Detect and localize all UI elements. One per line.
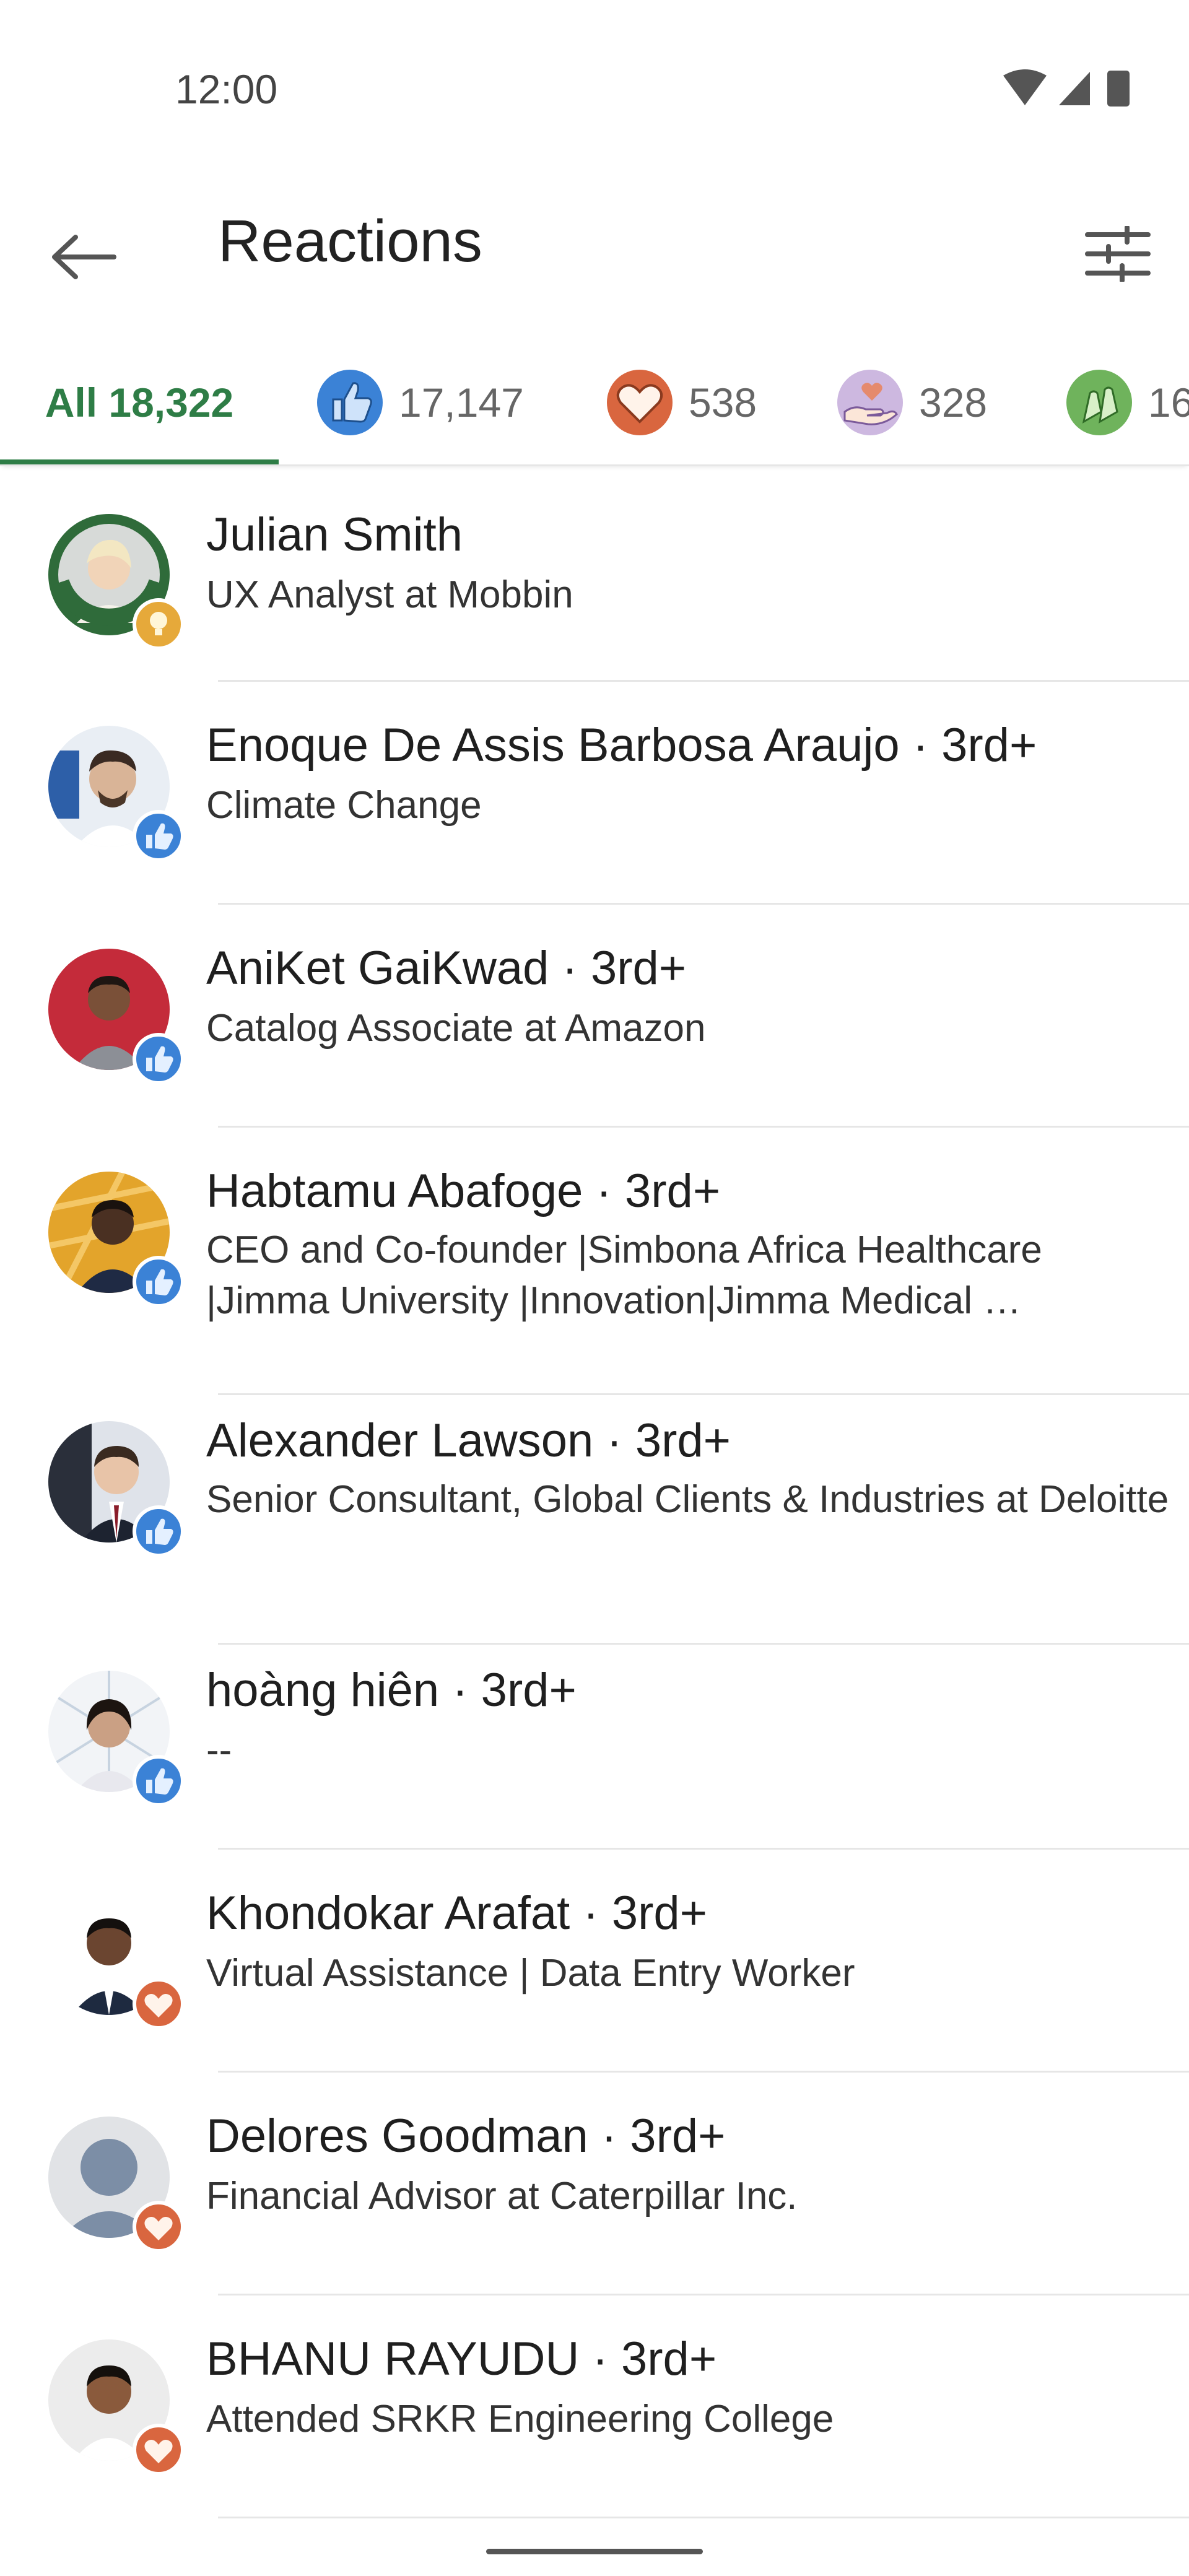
love-icon [133, 2201, 185, 2253]
tab-celebrate-count: 16 [1148, 380, 1189, 425]
like-icon [133, 1505, 185, 1557]
divider [218, 2294, 1189, 2295]
divider [218, 1126, 1189, 1128]
list-item[interactable]: Delores Goodman · 3rd+ Financial Advisor… [0, 2097, 1189, 2301]
like-icon [133, 1033, 185, 1085]
list-item[interactable]: Julian Smith UX Analyst at Mobbin [0, 483, 1189, 687]
tab-like-count: 17,147 [399, 380, 524, 425]
list-item[interactable]: AniKet GaiKwad · 3rd+ Catalog Associate … [0, 929, 1189, 1133]
wifi-icon [1003, 69, 1047, 105]
gesture-nav-handle[interactable] [486, 2549, 703, 2554]
reactor-name[interactable]: Delores Goodman · 3rd+ [206, 2109, 726, 2163]
reaction-tabs: All 18,322 17,147 538 328 16 [0, 341, 1189, 466]
status-time: 12:00 [175, 66, 278, 112]
divider [218, 680, 1189, 682]
reactor-headline: Climate Change [206, 784, 482, 827]
tab-support-count: 328 [919, 380, 988, 425]
divider [218, 1393, 1189, 1395]
love-icon [133, 1978, 185, 2030]
status-icons [1003, 69, 1130, 107]
reactor-headline: UX Analyst at Mobbin [206, 573, 573, 616]
like-icon [133, 1755, 185, 1807]
reactor-headline: CEO and Co-founder |Simbona Africa Healt… [206, 1229, 1042, 1322]
tab-celebrate[interactable]: 16 [1065, 341, 1189, 464]
arrow-back-icon [52, 235, 116, 279]
list-item[interactable]: hoàng hiên · 3rd+ -- [0, 1651, 1189, 1855]
tab-support[interactable]: 328 [836, 341, 987, 464]
reactor-name[interactable]: Julian Smith [206, 508, 463, 562]
celebrate-icon [1066, 370, 1132, 435]
love-icon [133, 2424, 185, 2476]
list-item[interactable]: Alexander Lawson · 3rd+ Senior Consultan… [0, 1401, 1189, 1649]
tab-like[interactable]: 17,147 [316, 341, 524, 464]
love-icon [607, 370, 673, 435]
insightful-icon [133, 598, 185, 650]
reactor-name[interactable]: Alexander Lawson · 3rd+ [206, 1414, 731, 1468]
reactor-headline: Virtual Assistance | Data Entry Worker [206, 1952, 855, 1995]
reactor-headline: Senior Consultant, Global Clients & Indu… [206, 1478, 1169, 1521]
divider [218, 2071, 1189, 2073]
reactor-name[interactable]: AniKet GaiKwad · 3rd+ [206, 941, 686, 995]
reactor-name[interactable]: Habtamu Abafoge · 3rd+ [206, 1164, 720, 1218]
list-item[interactable]: Khondokar Arafat · 3rd+ Virtual Assistan… [0, 1874, 1189, 2078]
reactor-headline: Attended SRKR Engineering College [206, 2398, 834, 2440]
divider [218, 2517, 1189, 2518]
tab-love[interactable]: 538 [606, 341, 757, 464]
list-item[interactable]: Enoque De Assis Barbosa Araujo · 3rd+ Cl… [0, 706, 1189, 910]
reactor-name[interactable]: Khondokar Arafat · 3rd+ [206, 1886, 707, 1940]
page-title: Reactions [218, 208, 482, 274]
list-item[interactable]: BHANU RAYUDU · 3rd+ Attended SRKR Engine… [0, 2320, 1189, 2524]
app-bar: Reactions [0, 186, 1189, 310]
like-icon [133, 810, 185, 862]
tab-love-count: 538 [689, 380, 757, 425]
list-item[interactable]: Habtamu Abafoge · 3rd+ CEO and Co-founde… [0, 1152, 1189, 1399]
support-icon [837, 370, 903, 435]
active-tab-indicator [0, 459, 279, 464]
reactor-name[interactable]: hoàng hiên · 3rd+ [206, 1663, 577, 1717]
reactor-headline: Financial Advisor at Caterpillar Inc. [206, 2175, 798, 2217]
status-bar: 12:00 [0, 0, 1189, 186]
divider [218, 1643, 1189, 1645]
signal-icon [1059, 72, 1090, 105]
battery-icon [1107, 71, 1130, 107]
divider [218, 1848, 1189, 1850]
tab-all[interactable]: All 18,322 [0, 341, 279, 464]
sliders-icon [1085, 226, 1151, 282]
back-button[interactable] [37, 211, 130, 303]
reactor-name[interactable]: Enoque De Assis Barbosa Araujo · 3rd+ [206, 718, 1037, 772]
divider [218, 903, 1189, 905]
reactor-headline: Catalog Associate at Amazon [206, 1007, 706, 1050]
reactor-headline: -- [206, 1729, 232, 1772]
filter-button[interactable] [1071, 207, 1164, 300]
reactor-name[interactable]: BHANU RAYUDU · 3rd+ [206, 2332, 716, 2386]
tab-all-label: All 18,322 [45, 380, 234, 425]
like-icon [133, 1256, 185, 1308]
like-icon [317, 370, 383, 435]
